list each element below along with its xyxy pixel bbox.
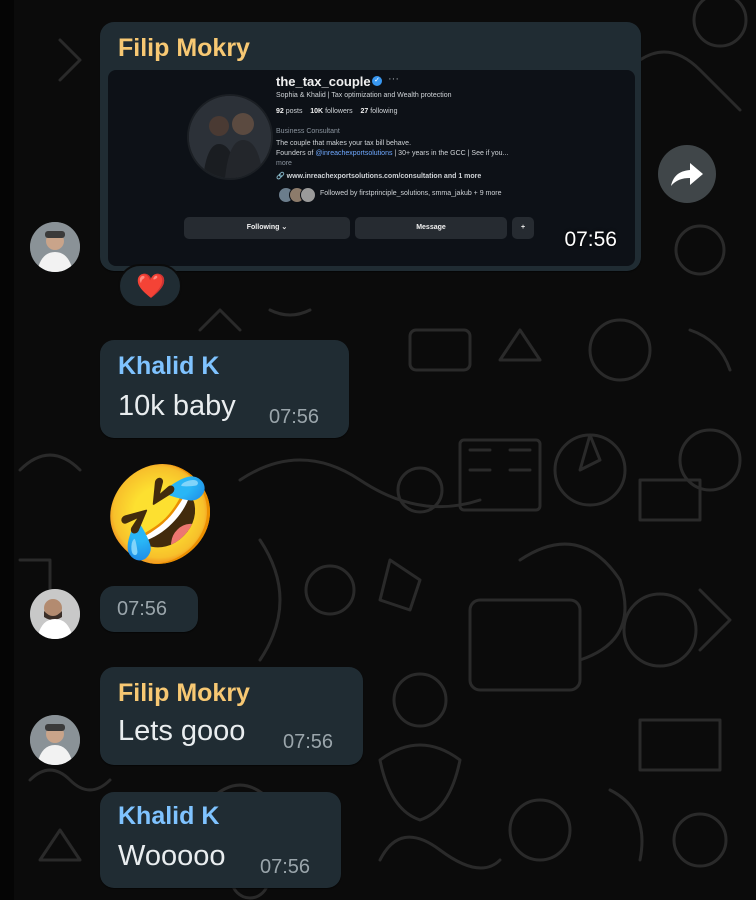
followed-by-text: Followed by firstprinciple_solutions, sm… (320, 190, 502, 197)
window-edge (0, 0, 14, 900)
sender-name[interactable]: Filip Mokry (118, 679, 250, 708)
sender-name[interactable]: Khalid K (118, 802, 219, 831)
message-time: 07:56 (260, 856, 311, 878)
message-bubble-filip-1[interactable]: Filip Mokry the_tax_couple ✓ ··· Sophia … (100, 22, 641, 271)
followers-label: followers (325, 108, 353, 115)
emoji-message[interactable]: 🤣 (102, 460, 219, 570)
following-count: 27 (360, 108, 369, 115)
chevron-down-icon: ⌄ (281, 224, 288, 231)
avatar-khalid[interactable] (30, 589, 80, 639)
profile-picture (187, 94, 273, 180)
message-button[interactable]: Message (355, 217, 507, 239)
profile-stats: 92 posts 10K followers 27 following (276, 108, 397, 115)
bio-line: Sophia & Khalid | Tax optimization and W… (276, 92, 452, 99)
add-person-icon: + (520, 224, 526, 231)
sender-name[interactable]: Filip Mokry (118, 34, 250, 63)
followers-count: 10K (310, 108, 324, 115)
message-bubble-khalid-2[interactable]: Khalid K Wooooo 07:56 (100, 792, 341, 888)
profile-link-text[interactable]: www.inreachexportsolutions.com/consultat… (287, 173, 482, 180)
verified-badge-icon: ✓ (372, 76, 382, 86)
message-time: 07:56 (269, 406, 320, 428)
more-options-icon[interactable]: ··· (388, 73, 399, 85)
message-time: 07:56 (117, 598, 168, 620)
category-label: Business Consultant (276, 128, 340, 135)
following-button[interactable]: Following ⌄ (184, 217, 350, 239)
message-bubble-khalid-1[interactable]: Khalid K 10k baby 07:56 (100, 340, 349, 438)
message-text: 10k baby (118, 390, 236, 422)
sender-name[interactable]: Khalid K (118, 352, 219, 381)
emoji-timestamp-bubble: 07:56 (100, 586, 198, 632)
founders-mention[interactable]: @inreachexportsolutions (315, 150, 392, 157)
message-text: Lets gooo (118, 715, 246, 747)
avatar-filip[interactable] (30, 715, 80, 765)
message-time: 07:56 (283, 731, 334, 753)
message-bubble-filip-2[interactable]: Filip Mokry Lets gooo 07:56 (100, 667, 363, 765)
link-icon: 🔗 (276, 173, 285, 180)
following-label: following (370, 108, 398, 115)
message-time: 07:56 (564, 228, 617, 251)
forward-button[interactable] (658, 145, 716, 203)
bio-founders: Founders of @inreachexportsolutions | 30… (276, 150, 508, 157)
follower-avatar (300, 187, 316, 203)
founders-prefix: Founders of (276, 150, 314, 157)
posts-count: 92 (276, 108, 284, 115)
following-button-label: Following (246, 224, 280, 231)
add-person-button[interactable]: + (512, 217, 534, 239)
instagram-link-preview[interactable]: the_tax_couple ✓ ··· Sophia & Khalid | T… (108, 70, 635, 266)
reaction-emoji: ❤️ (136, 273, 166, 300)
forward-icon (671, 163, 703, 186)
posts-label: posts (285, 108, 303, 115)
bio-more[interactable]: more (276, 160, 292, 167)
instagram-username[interactable]: the_tax_couple (276, 74, 371, 89)
bio-tagline: The couple that makes your tax bill beha… (276, 140, 412, 147)
heart-reaction[interactable]: ❤️ (118, 264, 182, 308)
avatar-filip[interactable] (30, 222, 80, 272)
founders-suffix: | 30+ years in the GCC | See if you... (394, 150, 509, 157)
message-text: Wooooo (118, 840, 226, 872)
profile-link[interactable]: 🔗 www.inreachexportsolutions.com/consult… (276, 172, 481, 180)
